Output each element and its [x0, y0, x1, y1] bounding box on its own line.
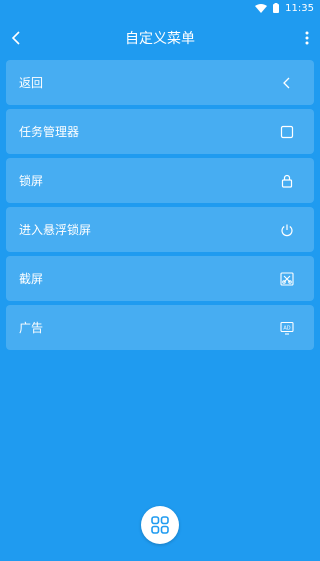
- chevron-left-icon: [280, 76, 294, 90]
- menu-item-lock-screen[interactable]: 锁屏: [6, 158, 314, 203]
- chevron-left-icon: [11, 31, 20, 45]
- lock-icon: [280, 174, 294, 188]
- menu-item-label: 进入悬浮锁屏: [19, 223, 92, 237]
- menu-item-label: 广告: [19, 321, 44, 335]
- wifi-icon: [255, 3, 268, 13]
- menu-item-back[interactable]: 返回: [6, 60, 314, 105]
- menu-item-label: 锁屏: [19, 174, 44, 188]
- status-time: 11:35: [285, 2, 314, 14]
- menu-item-label: 任务管理器: [19, 125, 80, 139]
- more-options-button[interactable]: [302, 28, 312, 48]
- page-title: 自定义菜单: [125, 31, 195, 47]
- menu-item-ad[interactable]: 广告 AD: [6, 305, 314, 350]
- screenshot-icon: [280, 271, 294, 286]
- back-button[interactable]: [6, 28, 26, 48]
- power-icon: [280, 223, 294, 237]
- status-bar: 11:35: [0, 0, 320, 16]
- menu-list: 返回 任务管理器 锁屏 进入悬浮锁屏 截屏 广告 AD: [6, 60, 314, 350]
- menu-item-screenshot[interactable]: 截屏: [6, 256, 314, 301]
- menu-item-float-lock[interactable]: 进入悬浮锁屏: [6, 207, 314, 252]
- app-grid-button[interactable]: [141, 506, 179, 544]
- more-vert-icon: [305, 31, 309, 45]
- square-icon: [280, 125, 294, 139]
- menu-item-task-manager[interactable]: 任务管理器: [6, 109, 314, 154]
- app-bar: 自定义菜单: [0, 24, 320, 52]
- ad-icon: AD: [280, 321, 294, 335]
- svg-text:AD: AD: [283, 325, 290, 331]
- menu-item-label: 返回: [19, 76, 44, 90]
- battery-icon: [273, 3, 280, 13]
- grid-icon: [151, 516, 169, 534]
- menu-item-label: 截屏: [19, 272, 44, 286]
